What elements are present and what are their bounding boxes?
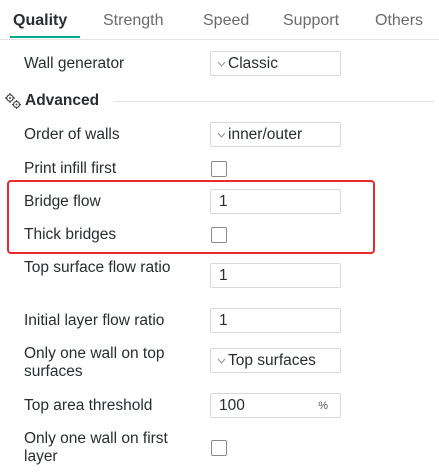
top-surface-flow-ratio-input[interactable]: 1 (210, 263, 341, 288)
advanced-title: Advanced (25, 92, 100, 109)
only-one-wall-first-layer-label: Only one wall on first layer (24, 430, 168, 465)
order-of-walls-label: Order of walls (24, 126, 120, 143)
bridge-flow-label: Bridge flow (24, 193, 101, 210)
tab-support[interactable]: Support (283, 12, 339, 30)
section-divider (114, 101, 434, 102)
thick-bridges-checkbox[interactable] (211, 227, 227, 243)
bridge-flow-input[interactable]: 1 (210, 189, 341, 214)
wall-generator-label: Wall generator (24, 55, 125, 72)
tab-quality[interactable]: Quality (13, 12, 67, 30)
only-one-wall-first-layer-checkbox[interactable] (211, 440, 227, 456)
only-one-wall-top-value: Top surfaces (228, 351, 316, 369)
print-infill-first-checkbox[interactable] (211, 161, 227, 177)
initial-layer-flow-ratio-label: Initial layer flow ratio (24, 312, 165, 329)
tab-strength[interactable]: Strength (103, 12, 163, 30)
only-one-wall-top-label: Only one wall on top surfaces (24, 345, 165, 380)
bridge-flow-value: 1 (219, 192, 228, 210)
advanced-section-header: Advanced (4, 92, 434, 110)
top-surface-flow-ratio-label: Top surface flow ratio (24, 259, 171, 276)
active-tab-indicator (10, 36, 80, 38)
wall-generator-value: Classic (228, 54, 278, 72)
wall-generator-select[interactable]: Classic (210, 51, 341, 76)
initial-layer-flow-ratio-input[interactable]: 1 (210, 308, 341, 333)
order-of-walls-select[interactable]: inner/outer (210, 122, 341, 147)
chevron-down-icon (217, 358, 226, 364)
percent-unit: % (318, 400, 328, 412)
tab-others[interactable]: Others (375, 12, 423, 30)
chevron-down-icon (217, 61, 226, 67)
gear-cluster-icon (5, 93, 21, 109)
thick-bridges-label: Thick bridges (24, 226, 117, 243)
initial-layer-flow-ratio-value: 1 (219, 311, 228, 329)
tab-divider (0, 39, 439, 40)
print-infill-first-label: Print infill first (24, 160, 117, 177)
tab-bar: Quality Strength Speed Support Others (0, 0, 439, 44)
tab-speed[interactable]: Speed (203, 12, 249, 30)
top-area-threshold-label: Top area threshold (24, 397, 153, 414)
only-one-wall-top-select[interactable]: Top surfaces (210, 348, 341, 373)
top-area-threshold-input[interactable]: 100 % (210, 393, 341, 418)
chevron-down-icon (217, 132, 226, 138)
top-surface-flow-ratio-value: 1 (219, 266, 228, 284)
top-area-threshold-value: 100 (219, 396, 245, 414)
order-of-walls-value: inner/outer (228, 125, 303, 143)
